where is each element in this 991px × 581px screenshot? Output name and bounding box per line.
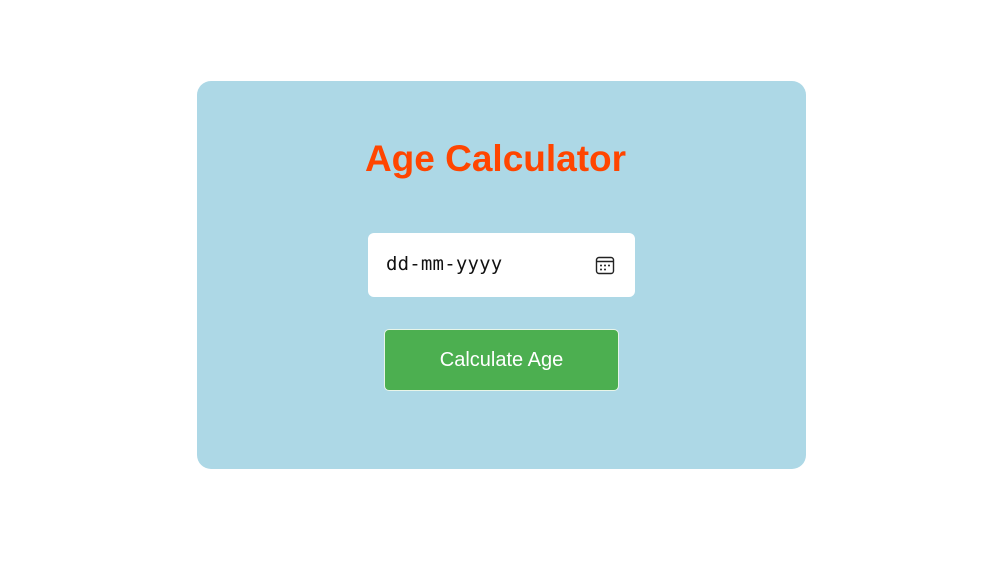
calculate-age-button[interactable]: Calculate Age (384, 329, 619, 391)
calculate-age-label: Calculate Age (439, 349, 564, 371)
birthdate-placeholder: dd-mm-yyyy (386, 253, 503, 275)
calendar-icon[interactable] (595, 255, 615, 275)
page-title: Age Calculator (364, 138, 627, 179)
birthdate-input[interactable]: dd-mm-yyyy (368, 233, 635, 297)
